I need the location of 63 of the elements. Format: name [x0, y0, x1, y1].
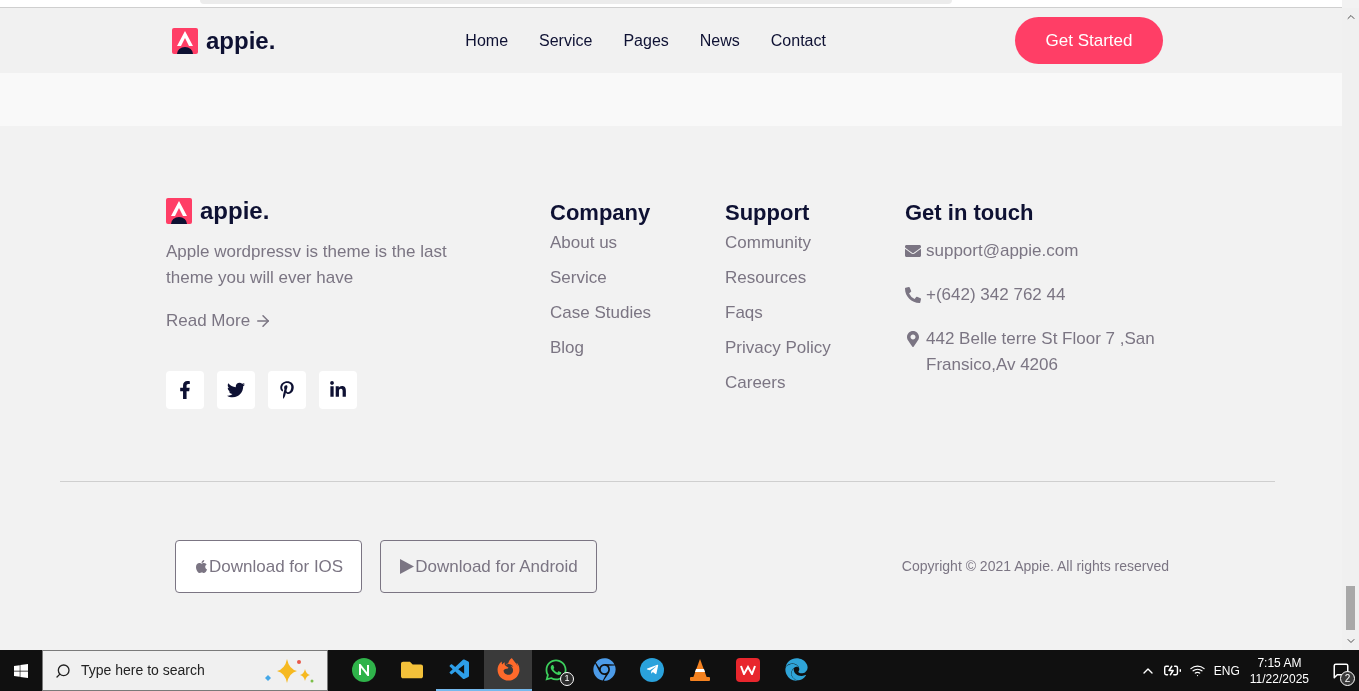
browser-icon [592, 658, 616, 681]
footer-link[interactable]: Community [725, 231, 905, 255]
office-app-icon [736, 657, 760, 682]
language-indicator[interactable]: ENG [1213, 661, 1240, 680]
paper-plane-icon [640, 657, 664, 682]
scrollbar-thumb[interactable] [1346, 586, 1355, 630]
column-heading: Company [550, 199, 652, 227]
nav-link[interactable]: Service [539, 28, 593, 53]
windows-icon [13, 662, 29, 679]
get-started-button[interactable]: Get Started [1015, 17, 1163, 64]
column-heading: Get in touch [905, 199, 1035, 227]
footer-link[interactable]: Service [550, 266, 725, 290]
map-pin-icon [905, 331, 921, 347]
code-editor-icon [448, 657, 472, 682]
footer-link[interactable]: Blog [550, 336, 725, 360]
footer-link[interactable]: Resources [725, 266, 905, 290]
play-icon [399, 558, 416, 575]
message-icon [1332, 661, 1350, 680]
social-button[interactable] [268, 370, 306, 409]
clock-date[interactable]: 11/22/2025 [1249, 670, 1309, 687]
browser-icon [784, 658, 808, 681]
footer-link[interactable]: About us [550, 231, 725, 255]
download-button[interactable]: Download for IOS [175, 540, 363, 593]
copyright-text: Copyright © 2021 Appie. All rights reserved [901, 557, 1169, 576]
read-more-link[interactable]: Read More [166, 308, 550, 334]
letter-n-icon [352, 657, 376, 682]
nav-link[interactable]: Home [465, 28, 509, 53]
browser-icon [496, 658, 520, 681]
nav-link[interactable]: Contact [770, 28, 826, 53]
search-field[interactable]: Type here to search [42, 650, 328, 691]
footer-link[interactable]: Case Studies [550, 301, 725, 325]
bird-icon [227, 380, 245, 399]
about-text: Apple wordpressv is theme is the last theme you will ever have [166, 241, 448, 289]
download-button[interactable]: Download for Android [380, 540, 597, 593]
nav-link[interactable]: Pages [623, 28, 669, 53]
brand-name: appie. [206, 28, 276, 53]
social-button[interactable] [166, 370, 204, 409]
footer-link[interactable]: Privacy Policy [725, 336, 905, 360]
contact-text: +(642) 342 762 44 [926, 284, 1066, 306]
wifi-icon[interactable] [1189, 663, 1205, 678]
search-icon [55, 662, 71, 679]
traffic-cone-icon [689, 657, 711, 682]
nav-link[interactable]: News [699, 28, 740, 53]
phone-icon [905, 287, 921, 303]
social-button[interactable] [319, 370, 357, 409]
linkedin-icon [329, 380, 347, 399]
footer-link[interactable]: Careers [725, 371, 905, 395]
column-heading: Support [725, 199, 811, 227]
notifications-button[interactable]: 2 [1323, 650, 1359, 691]
contact-text: support@appie.com [926, 240, 1079, 262]
notification-badge: 1 [560, 672, 574, 686]
pinterest-icon [278, 380, 296, 399]
logo-icon [172, 27, 198, 54]
logo-icon [166, 198, 192, 224]
contact-text: 442 Belle terre St Floor 7 ,San Fransico,Av 4206 [926, 328, 1156, 376]
brand-name: appie. [200, 199, 270, 223]
envelope-icon [905, 243, 921, 259]
apple-icon [194, 559, 209, 574]
notification-badge: 2 [1340, 671, 1355, 686]
social-button[interactable] [217, 370, 255, 409]
taskbar-app[interactable]: 1 [532, 650, 580, 691]
footer-link[interactable]: Faqs [725, 301, 905, 325]
clock-time[interactable]: 7:15 AM [1257, 654, 1302, 671]
